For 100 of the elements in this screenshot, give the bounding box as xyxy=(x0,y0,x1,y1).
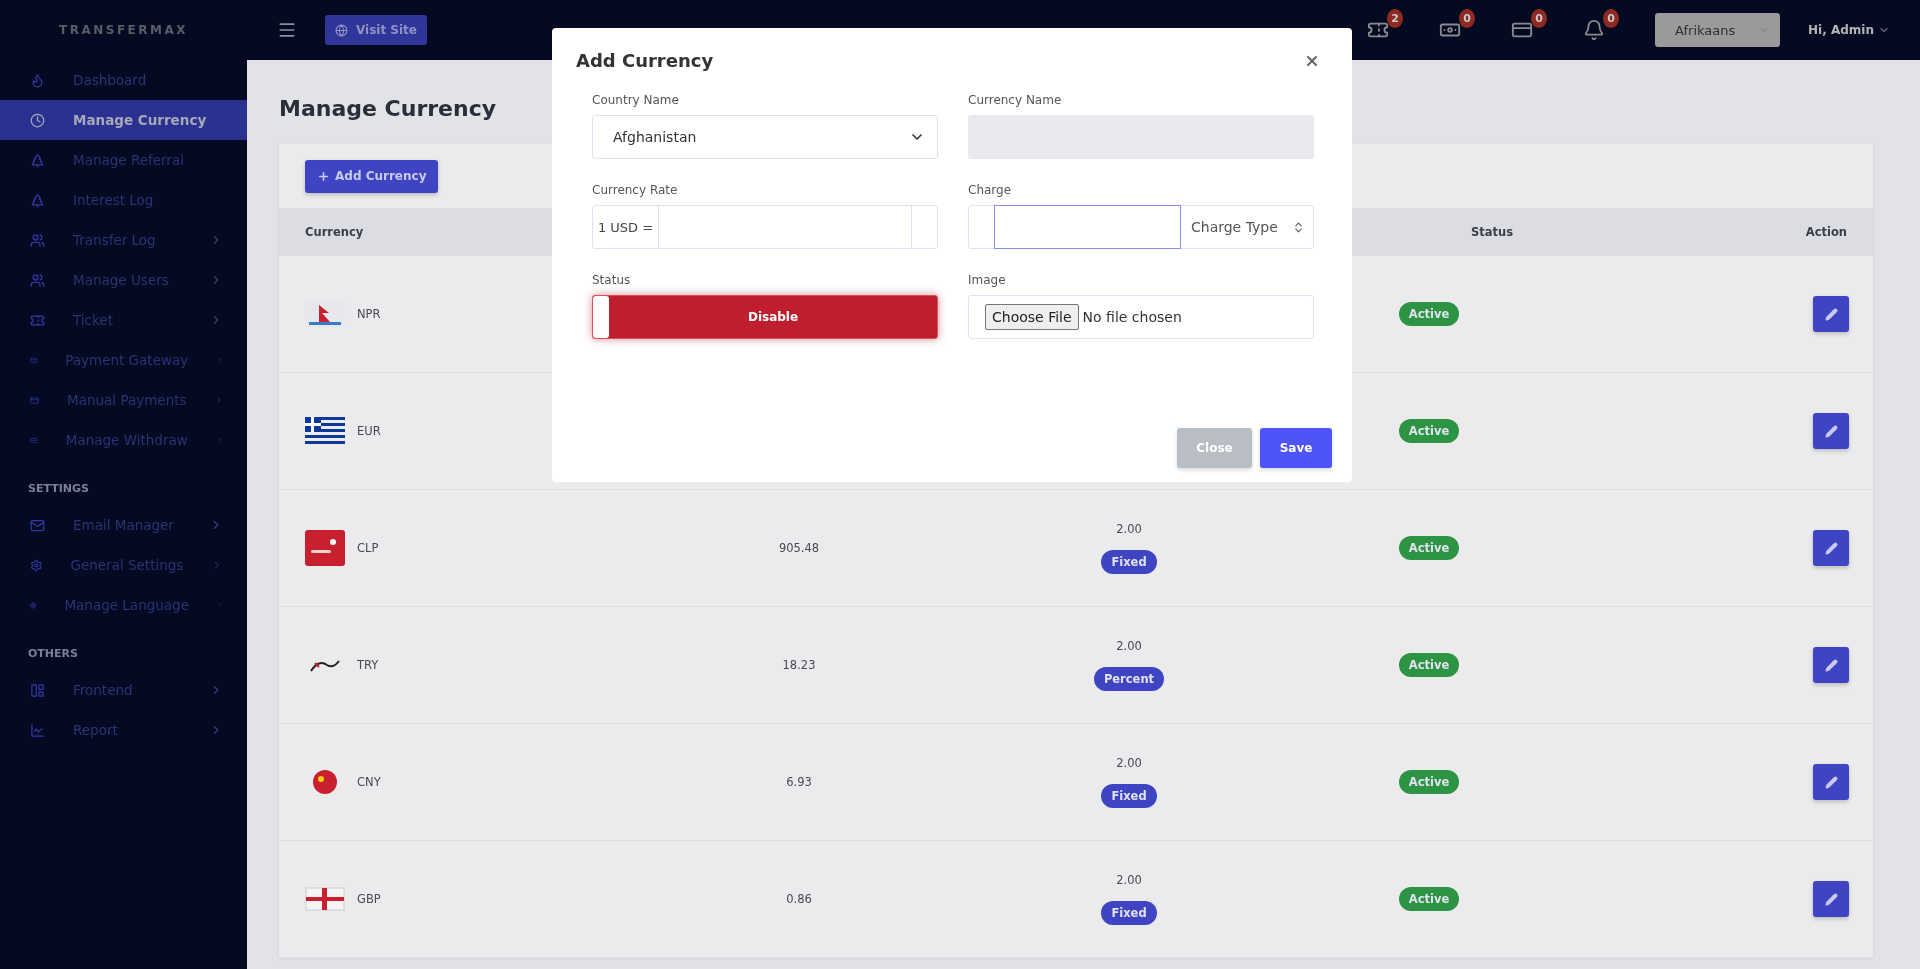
flag-icon xyxy=(305,885,345,913)
rate-value: 0.86 xyxy=(786,892,812,906)
rate-field[interactable]: 1 USD = xyxy=(592,205,938,249)
count-badge: 0 xyxy=(1531,9,1548,28)
tree-icon xyxy=(30,192,45,208)
add-currency-button[interactable]: Add Currency xyxy=(305,159,439,193)
flag-icon xyxy=(305,417,345,445)
file-status: No file chosen xyxy=(1082,309,1182,325)
tree-icon xyxy=(30,152,45,168)
sidebar-label: Transfer Log xyxy=(73,232,157,248)
sidebar-label: Manage Users xyxy=(73,272,170,288)
section-heading: OTHERS xyxy=(27,646,79,662)
field-label: Currency Rate xyxy=(592,183,679,197)
sidebar-label: Manage Withdraw xyxy=(65,432,188,448)
rate-value: 18.23 xyxy=(782,658,816,672)
status-toggle[interactable]: Disable xyxy=(592,295,938,339)
plus-icon xyxy=(317,169,330,183)
language-select[interactable]: Afrikaans xyxy=(1655,13,1781,47)
charge-value: 2.00 xyxy=(1116,639,1142,653)
status-badge: Active xyxy=(1398,419,1460,443)
visit-site-button[interactable]: Visit Site xyxy=(325,15,427,45)
edit-button[interactable] xyxy=(1813,764,1849,800)
column-header: Action xyxy=(1804,225,1848,239)
sidebar-item[interactable]: Manage Language xyxy=(0,585,247,625)
sidebar-label: Manage Currency xyxy=(73,112,208,128)
gear-icon xyxy=(30,557,43,573)
sidebar-item[interactable]: Manage Withdraw xyxy=(0,420,247,460)
sidebar-label: Manage Language xyxy=(64,597,189,613)
status-badge: Active xyxy=(1398,302,1460,326)
field-label: Image xyxy=(968,273,1007,287)
section-heading: SETTINGS xyxy=(27,481,90,497)
globe-icon xyxy=(335,23,348,37)
pencil-icon xyxy=(1824,658,1838,672)
currency-code: CNY xyxy=(357,775,381,789)
menu-icon[interactable] xyxy=(277,20,297,40)
currency-code: TRY xyxy=(357,658,379,672)
sidebar-label: Interest Log xyxy=(73,192,155,208)
users-icon xyxy=(30,232,45,248)
status-badge: Active xyxy=(1398,887,1460,911)
field-label: Charge xyxy=(968,183,1013,197)
pencil-icon xyxy=(1824,424,1838,438)
mail-icon xyxy=(30,517,45,533)
edit-button[interactable] xyxy=(1813,881,1849,917)
country-select[interactable]: Afghanistan xyxy=(592,115,938,159)
sidebar-label: Payment Gateway xyxy=(65,352,189,368)
status-badge: Active xyxy=(1398,770,1460,794)
sidebar-item[interactable]: Interest Log xyxy=(0,180,247,220)
pencil-icon xyxy=(1824,307,1838,321)
sidebar-label: Email Manager xyxy=(73,517,175,533)
dialog-title: Add Currency xyxy=(576,50,714,71)
ticket-icon xyxy=(30,312,45,328)
sidebar-item[interactable]: Manual Payments xyxy=(0,380,247,420)
close-button[interactable]: Close xyxy=(1177,428,1252,468)
sidebar-label: General Settings xyxy=(70,557,184,573)
currency-code: EUR xyxy=(357,424,381,438)
sidebar-label: Ticket xyxy=(73,312,114,328)
sidebar-item[interactable]: Manage Users xyxy=(0,260,247,300)
charge-value: 2.00 xyxy=(1116,522,1142,536)
sidebar-item[interactable]: Frontend xyxy=(0,670,247,710)
input-addon: 1 USD = xyxy=(593,206,659,248)
charge-value: 2.00 xyxy=(1116,756,1142,770)
rate-value: 6.93 xyxy=(786,775,812,789)
status-badge: Active xyxy=(1398,653,1460,677)
sidebar-label: Report xyxy=(73,722,119,738)
chart-icon xyxy=(30,722,45,738)
sidebar-item[interactable]: Report xyxy=(0,710,247,750)
status-badge: Active xyxy=(1398,536,1460,560)
edit-button[interactable] xyxy=(1813,647,1849,683)
rate-value: 905.48 xyxy=(778,541,820,555)
pencil-icon xyxy=(1824,775,1838,789)
save-button[interactable]: Save xyxy=(1260,428,1332,468)
choose-file-button[interactable]: Choose File xyxy=(985,304,1079,330)
sidebar-item[interactable]: General Settings xyxy=(0,545,247,585)
sidebar-item[interactable]: Transfer Log xyxy=(0,220,247,260)
page-title: Manage Currency xyxy=(279,94,497,123)
layout-icon xyxy=(30,682,45,698)
edit-button[interactable] xyxy=(1813,296,1849,332)
user-menu[interactable]: Hi, Admin xyxy=(1808,23,1890,37)
sidebar-item[interactable]: Ticket xyxy=(0,300,247,340)
edit-button[interactable] xyxy=(1813,530,1849,566)
file-input[interactable]: Choose File No file chosen xyxy=(968,295,1314,339)
column-header: Currency xyxy=(304,225,365,239)
brand-logo: TRANSFERMAX xyxy=(58,22,189,39)
flag-icon xyxy=(305,530,345,566)
currency-code: NPR xyxy=(357,307,381,321)
field-label: Currency Name xyxy=(968,93,1063,107)
sidebar-item[interactable]: Email Manager xyxy=(0,505,247,545)
sidebar-label: Manage Referral xyxy=(73,152,185,168)
charge-type-badge: Percent xyxy=(1093,667,1165,691)
charge-type-badge: Fixed xyxy=(1101,550,1157,574)
edit-button[interactable] xyxy=(1813,413,1849,449)
sidebar-item[interactable]: Manage Currency xyxy=(0,100,247,140)
sidebar-item[interactable]: Manage Referral xyxy=(0,140,247,180)
pencil-icon xyxy=(1824,541,1838,555)
bell-icon[interactable] xyxy=(1583,19,1606,41)
pencil-icon xyxy=(1824,892,1838,906)
sidebar-item[interactable]: Dashboard xyxy=(0,60,247,100)
sidebar-item[interactable]: Payment Gateway xyxy=(0,340,247,380)
currency-code: GBP xyxy=(357,892,381,906)
charge-type-badge: Fixed xyxy=(1101,901,1157,925)
